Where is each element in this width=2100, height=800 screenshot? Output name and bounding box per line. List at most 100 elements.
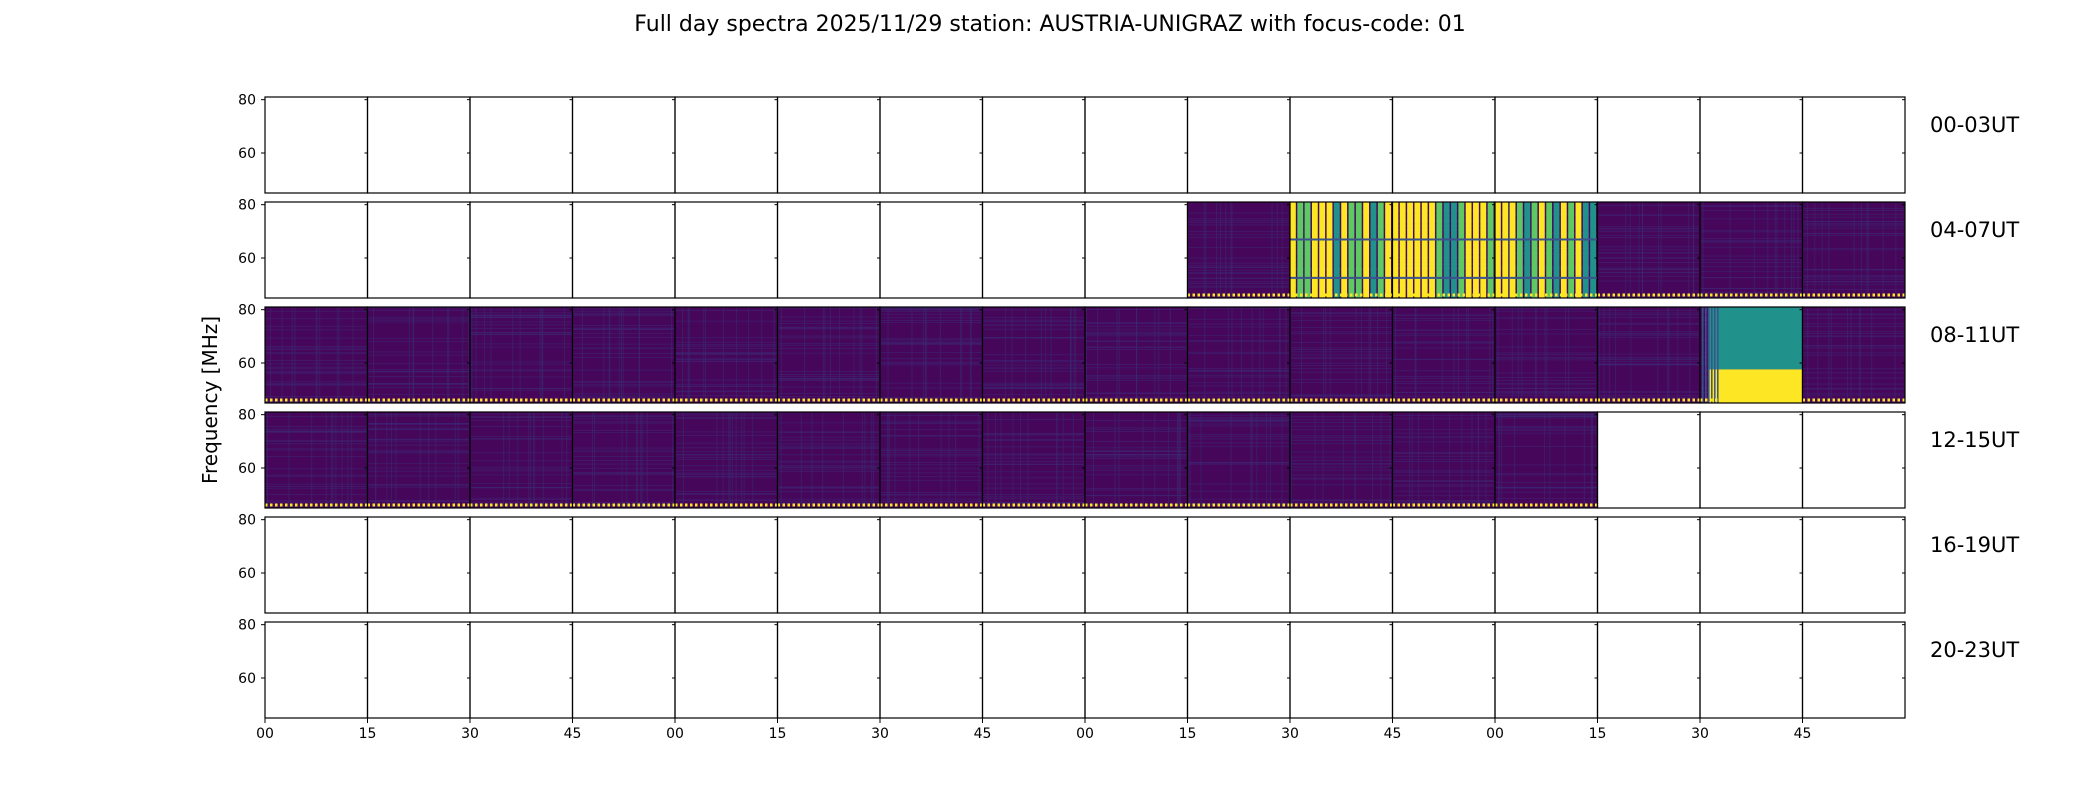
spectrogram-band: [1495, 276, 1598, 279]
spectrogram-stripe: [1187, 490, 1290, 492]
spectrogram-vline: [1266, 412, 1268, 508]
y-tick-label: 80: [238, 93, 256, 109]
spectrogram-stripe: [1392, 485, 1495, 487]
spectrogram-stripe: [1597, 228, 1700, 229]
spectrogram-stripe: [367, 450, 470, 452]
spectrogram-stripe: [675, 456, 778, 458]
spectrogram-stripe: [1187, 421, 1290, 423]
spectrogram-stripe: [675, 417, 778, 419]
spectrogram-stripe: [572, 313, 675, 314]
spectrogram-stripe: [367, 423, 470, 424]
spectrogram-stripe: [470, 426, 573, 427]
spectra-panel: [469, 96, 574, 194]
spectrogram-band: [1546, 202, 1553, 298]
spectrogram-band: [1377, 202, 1384, 298]
x-tick-label: 30: [1691, 726, 1709, 742]
spectrogram-vline: [761, 307, 763, 403]
spectrogram-vline: [1629, 202, 1631, 298]
spectrogram-stripe: [572, 396, 675, 398]
spectrogram-stripe: [982, 354, 1085, 356]
spectrogram-stripe: [1085, 456, 1188, 458]
spectrogram-vline: [1711, 307, 1713, 403]
spectrogram-stripe: [470, 363, 573, 365]
spectrogram-stripe: [880, 361, 983, 363]
spectra-panel: [879, 621, 984, 719]
spectra-panel: [981, 96, 1086, 194]
spectrogram-stripe: [1187, 237, 1290, 238]
spectrogram-stripe: [1187, 367, 1290, 369]
spectrogram-vline: [672, 412, 674, 508]
spectrogram-stripe: [1495, 352, 1598, 354]
spectrogram-stripe: [1290, 502, 1393, 504]
spectrogram-stripe: [470, 309, 573, 311]
spectrogram-stripe: [1597, 257, 1700, 259]
spectrogram-stripe: [880, 313, 983, 315]
y-tick-label: 60: [238, 146, 256, 162]
spectrogram-vline: [1847, 307, 1849, 403]
spectrogram-stripe: [675, 499, 778, 501]
spectrogram-stripe: [1290, 474, 1393, 476]
spectrogram-vline: [1535, 307, 1537, 403]
spectrogram-vline: [1828, 307, 1830, 403]
spectrogram-stripe: [1187, 382, 1290, 384]
spectrogram-stripe: [572, 336, 675, 338]
spectrogram-stripe: [1187, 272, 1290, 274]
spectrogram-vline: [1322, 307, 1324, 403]
spectrogram-stripe: [367, 427, 470, 429]
spectrogram-stripe: [470, 466, 573, 468]
spectrogram-vline: [1568, 307, 1570, 403]
spectrogram-vline: [1205, 202, 1207, 298]
spectrogram-stripe: [572, 415, 675, 417]
spectrogram-background: [1187, 307, 1290, 403]
spectrogram-stripe: [572, 460, 675, 462]
spectrogram-stripe: [1597, 231, 1700, 233]
spectrogram-vline: [800, 412, 802, 508]
spectrogram-band: [1568, 202, 1575, 298]
spectrogram-band: [1575, 202, 1582, 298]
spectrogram-stripe: [1392, 415, 1495, 416]
y-tick-label: 60: [238, 671, 256, 687]
spectrogram-stripe: [367, 486, 470, 488]
spectrogram-stripe: [982, 457, 1085, 459]
spectrogram-vline: [267, 412, 269, 508]
spectrogram-stripe: [1085, 441, 1188, 442]
spectrogram-stripe: [1392, 314, 1495, 316]
spectra-panel: [1596, 516, 1701, 614]
spectrogram-vline: [1256, 412, 1258, 508]
spectrogram-vline: [1376, 307, 1378, 403]
spectrogram-vline: [291, 307, 293, 403]
spectrogram-stripe: [1700, 277, 1803, 278]
spectrogram-stripe: [1700, 241, 1803, 243]
spectrogram-vline: [1882, 202, 1884, 298]
spectrogram-vline: [811, 412, 813, 508]
spectrogram-stripe: [880, 352, 983, 353]
spectrogram-vline: [332, 412, 334, 508]
spectrogram-stripe: [1597, 323, 1700, 325]
spectrogram-stripe: [675, 453, 778, 455]
spectrogram-stripe: [1290, 500, 1393, 502]
spectrogram-vline: [1075, 307, 1077, 403]
spectra-row: 80 60 04-07UT: [238, 198, 2019, 299]
x-tick-label: 15: [1179, 726, 1197, 742]
spectrogram-stripe: [1392, 436, 1495, 438]
spectrogram-stripe: [1290, 469, 1393, 471]
spectrogram-vline: [1853, 202, 1855, 298]
spectra-panel: [1699, 516, 1804, 614]
spectrogram-vline: [703, 307, 705, 403]
spectrogram-vline: [1116, 307, 1118, 403]
spectrogram-stripe: [1392, 391, 1495, 393]
spectrogram-vline: [1860, 307, 1862, 403]
spectrogram-stripe: [470, 361, 573, 363]
spectrogram-stripe: [1495, 417, 1598, 419]
spectrogram-stripe: [572, 418, 675, 420]
spectrogram-stripe: [777, 343, 880, 345]
spectrogram-vline: [780, 307, 782, 403]
spectrogram-stripe: [1290, 456, 1393, 458]
spectrogram-band: [1370, 202, 1377, 298]
x-tick-label: 00: [1486, 726, 1504, 742]
spectrogram-vline: [838, 307, 840, 403]
spectrogram-stripe: [1392, 490, 1495, 492]
spectrogram-stripe: [1392, 381, 1495, 382]
spectrogram-stripe: [1187, 285, 1290, 287]
spectrogram-stripe: [1495, 446, 1598, 447]
